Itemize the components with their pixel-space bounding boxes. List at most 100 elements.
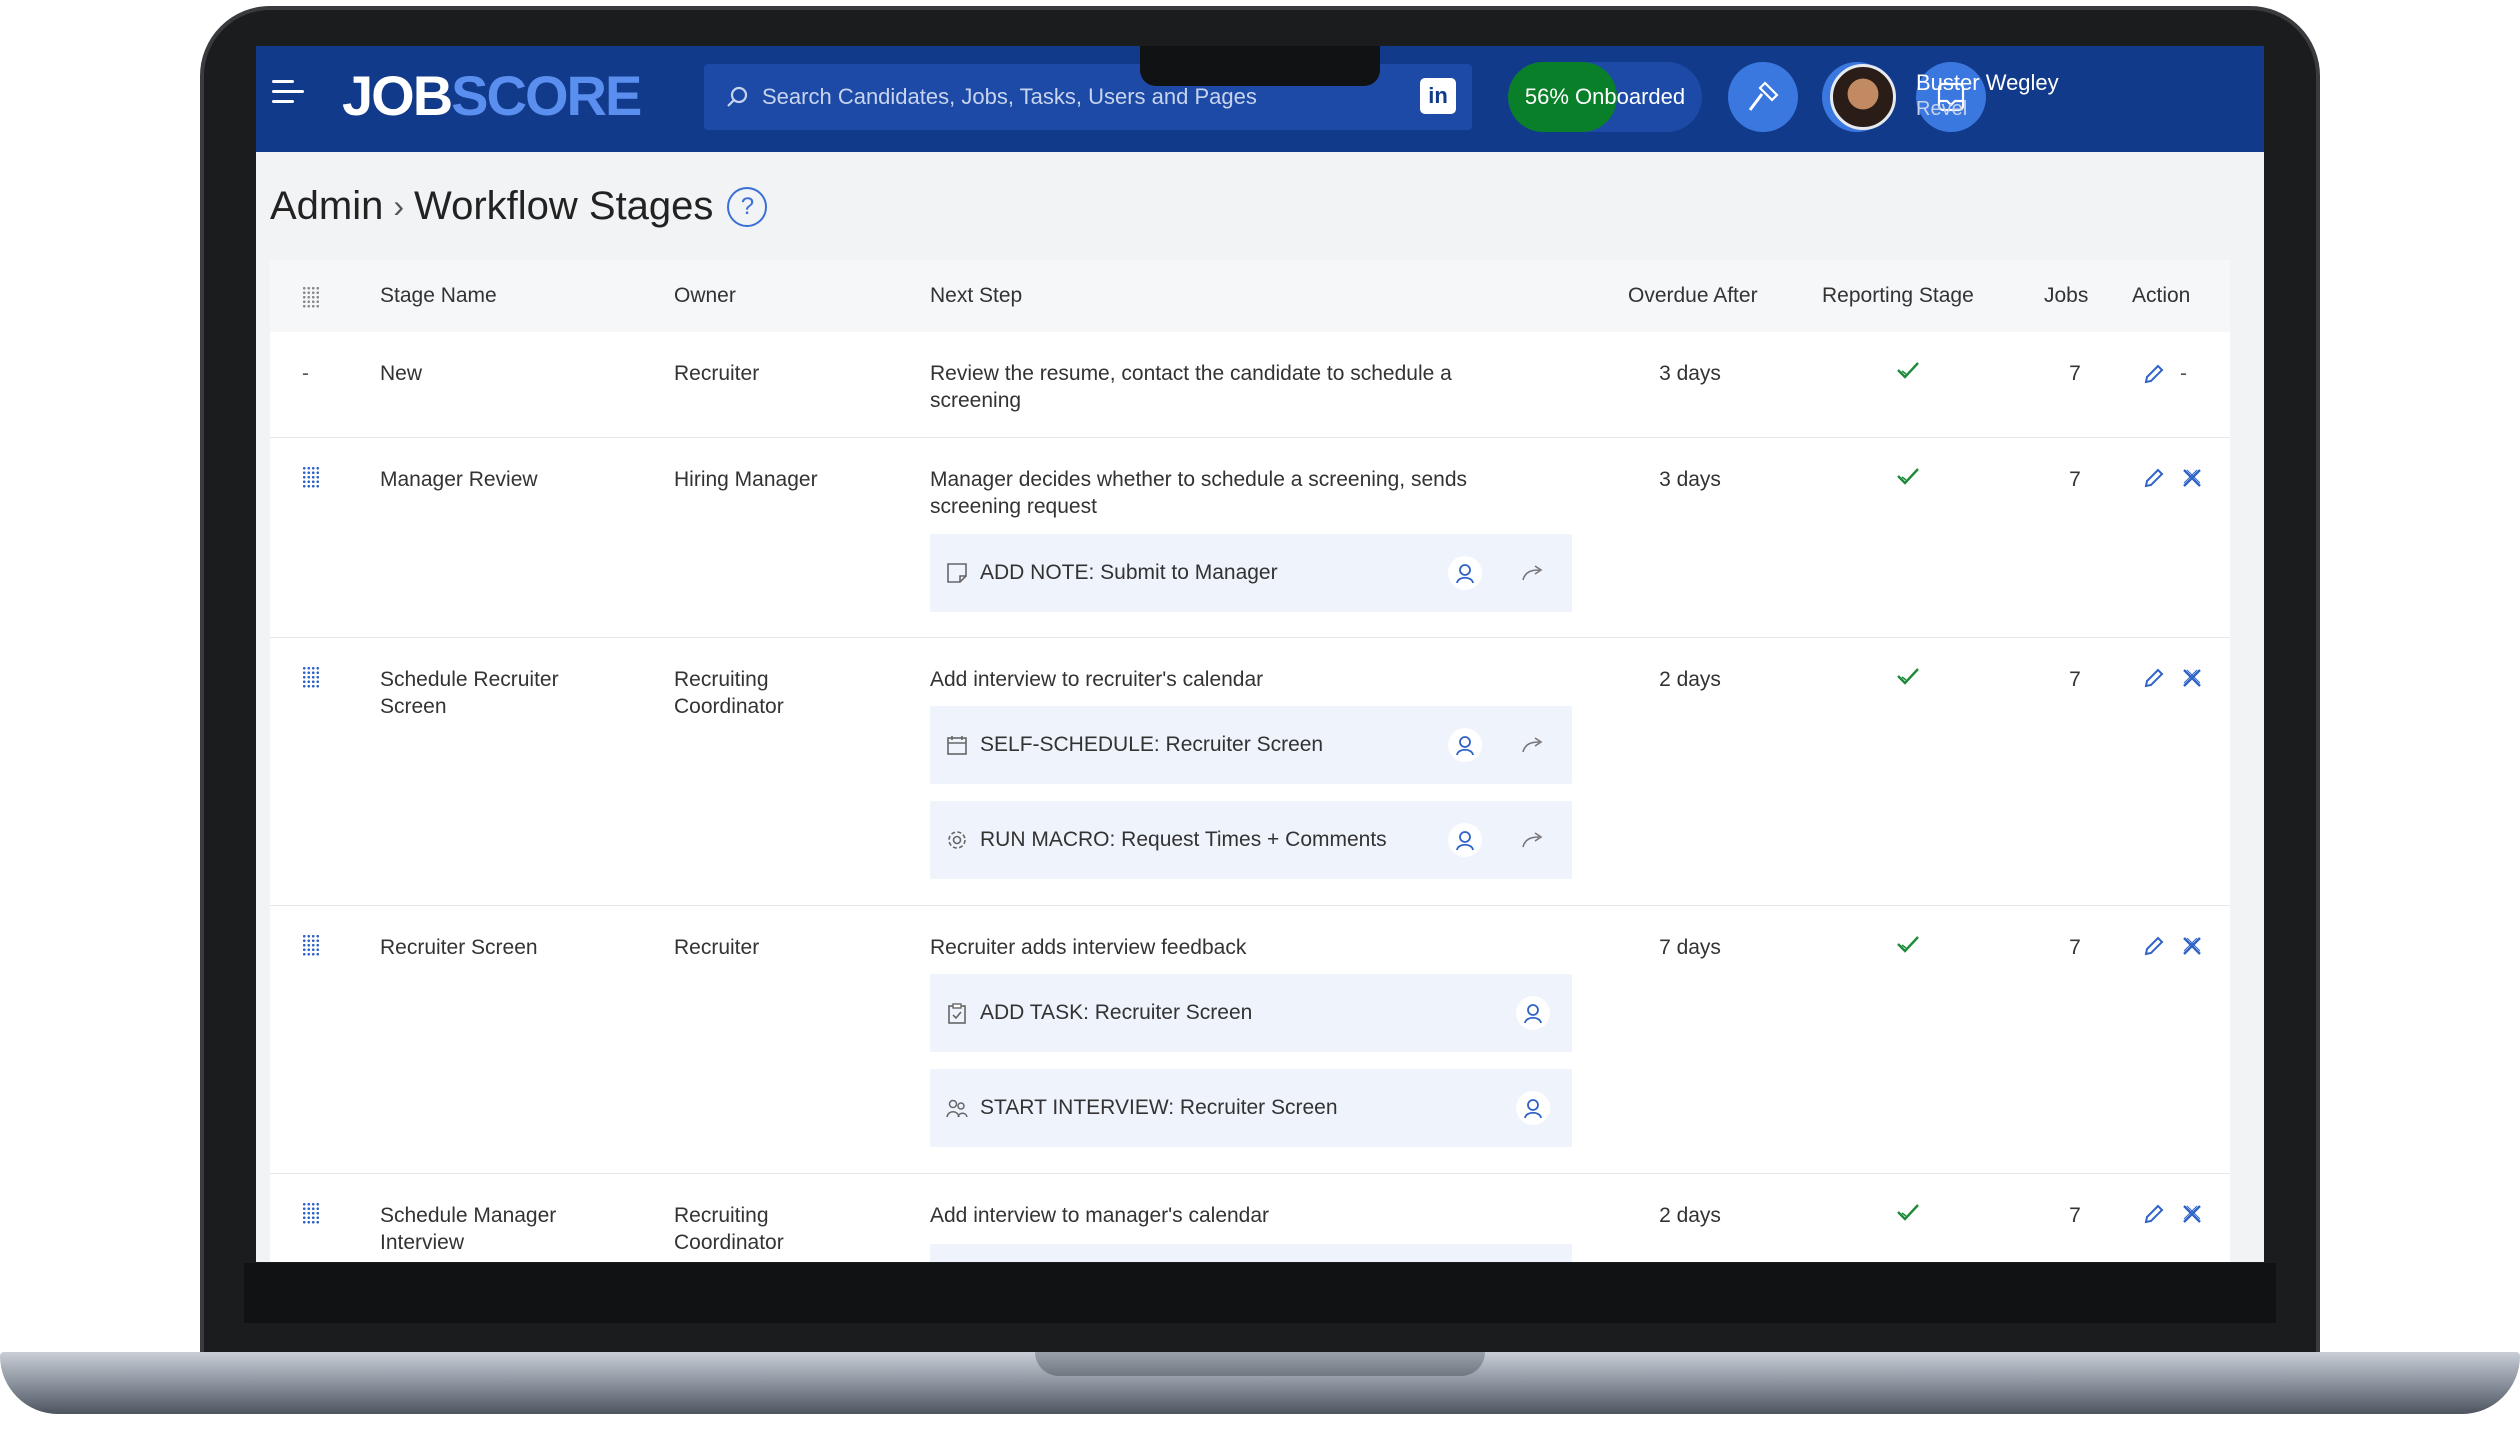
- edit-icon[interactable]: [2142, 362, 2166, 386]
- breadcrumb: Admin › Workflow Stages ?: [270, 184, 768, 229]
- user-org: Revel: [1916, 98, 1968, 120]
- owner-person-icon[interactable]: [1516, 996, 1550, 1030]
- owner-person-icon[interactable]: [1448, 823, 1482, 857]
- onboarding-progress[interactable]: 56% Onboarded: [1508, 62, 1702, 132]
- edit-icon[interactable]: [2142, 934, 2166, 958]
- edit-icon[interactable]: [2142, 466, 2166, 490]
- reporting-check-icon: [1888, 666, 1928, 693]
- stage-name: New: [380, 362, 423, 385]
- stage-overdue: 7 days: [1659, 936, 1721, 959]
- stage-jobs: 7: [2069, 668, 2081, 691]
- drag-handle-icon[interactable]: [302, 466, 320, 495]
- stage-name: Recruiter Screen: [380, 936, 538, 959]
- drag-handle-icon: [302, 286, 320, 308]
- table-row: Recruiter Screen Recruiter Recruiter add…: [270, 906, 2230, 1174]
- linkedin-label: in: [1428, 83, 1448, 108]
- delete-icon[interactable]: [2180, 1202, 2204, 1226]
- avatar[interactable]: [1830, 64, 1896, 130]
- onboarding-label: 56% Onboarded: [1524, 84, 1686, 109]
- owner-person-icon[interactable]: [1448, 728, 1482, 762]
- table-header: Stage Name Owner Next Step Overdue After…: [270, 260, 2230, 332]
- table-row: - New Recruiter Review the resume, conta…: [270, 332, 2230, 438]
- next-step-action-label: ADD NOTE: Submit to Manager: [980, 561, 1278, 584]
- delete-icon[interactable]: [2180, 666, 2204, 690]
- hammer-icon: [1748, 81, 1779, 111]
- row-actions: [2142, 1202, 2222, 1226]
- logo-part-job: JOB: [342, 64, 453, 127]
- delete-icon[interactable]: [2180, 466, 2204, 490]
- share-arrow-icon[interactable]: [1516, 728, 1550, 762]
- stage-jobs: 7: [2069, 468, 2081, 491]
- page-title: Workflow Stages: [414, 184, 714, 228]
- share-arrow-icon[interactable]: [1516, 823, 1550, 857]
- user-name[interactable]: Buster Wegley: [1916, 70, 2059, 96]
- next-step-action-label: START INTERVIEW: Recruiter Screen: [980, 1096, 1338, 1119]
- stage-owner: Recruiter: [674, 936, 760, 959]
- next-step-action[interactable]: START INTERVIEW: Recruiter Screen: [930, 1069, 1572, 1147]
- owner-person-icon[interactable]: [1448, 556, 1482, 590]
- camera-notch: [1140, 46, 1380, 86]
- calendar-icon: [946, 734, 968, 756]
- clipboard-icon: [946, 1002, 968, 1024]
- note-icon: [946, 562, 968, 584]
- search-icon: [727, 86, 748, 107]
- table-row: Manager Review Hiring Manager Manager de…: [270, 438, 2230, 638]
- workflow-stages-table: Stage Name Owner Next Step Overdue After…: [270, 260, 2230, 1262]
- stage-name: Schedule Manager Interview: [380, 1204, 557, 1254]
- linkedin-icon[interactable]: in: [1420, 78, 1456, 114]
- drag-handle-icon[interactable]: [302, 1202, 320, 1231]
- column-stage-name: Stage Name: [380, 284, 497, 307]
- column-owner: Owner: [674, 284, 736, 307]
- stage-overdue: 2 days: [1659, 668, 1721, 691]
- delete-icon[interactable]: [2180, 934, 2204, 958]
- stage-owner: Recruiting Coordinator: [674, 668, 784, 718]
- table-row: Schedule Manager Interview Recruiting Co…: [270, 1174, 2230, 1262]
- table-row: Schedule Recruiter Screen Recruiting Coo…: [270, 638, 2230, 906]
- next-step-action-label: RUN MACRO: Request Times + Comments: [980, 828, 1387, 851]
- column-reporting-stage: Reporting Stage: [1822, 284, 1974, 307]
- next-step-action[interactable]: ADD NOTE: Submit to Manager: [930, 534, 1572, 612]
- drag-handle-icon[interactable]: [302, 666, 320, 695]
- menu-icon[interactable]: [272, 80, 306, 110]
- stage-owner: Hiring Manager: [674, 468, 818, 491]
- drag-handle-icon[interactable]: [302, 934, 320, 963]
- next-step-action-label: SELF-SCHEDULE: Recruiter Screen: [980, 733, 1324, 756]
- delete-placeholder: -: [2180, 362, 2187, 385]
- next-step-action-label: ADD TASK: Recruiter Screen: [980, 1001, 1253, 1024]
- breadcrumb-separator: ›: [393, 188, 405, 224]
- logo-part-score: SCORE: [451, 64, 642, 127]
- column-action: Action: [2132, 284, 2191, 307]
- next-step-action[interactable]: RUN MACRO: Request Times + Comments: [930, 801, 1572, 879]
- column-jobs: Jobs: [2044, 284, 2089, 307]
- laptop-hinge: [1035, 1352, 1485, 1376]
- reporting-check-icon: [1888, 934, 1928, 961]
- stage-next-step: Add interview to recruiter's calendar: [930, 668, 1264, 691]
- drag-handle-placeholder: -: [302, 362, 309, 385]
- edit-icon[interactable]: [2142, 666, 2166, 690]
- stage-owner: Recruiting Coordinator: [674, 1204, 784, 1254]
- reporting-check-icon: [1888, 360, 1928, 387]
- owner-person-icon[interactable]: [1516, 1091, 1550, 1125]
- next-step-action[interactable]: SELF-SCHEDULE: Recruiter Screen: [930, 706, 1572, 784]
- stage-jobs: 7: [2069, 362, 2081, 385]
- row-actions: [2142, 666, 2222, 690]
- logo[interactable]: JOBSCORE: [342, 64, 642, 128]
- stage-overdue: 3 days: [1659, 468, 1721, 491]
- gear-icon: [946, 829, 968, 851]
- stage-owner: Recruiter: [674, 362, 760, 385]
- next-step-action[interactable]: [930, 1244, 1572, 1262]
- interview-icon: [946, 1097, 968, 1119]
- breadcrumb-admin[interactable]: Admin: [270, 184, 383, 229]
- column-next-step: Next Step: [930, 284, 1023, 307]
- stage-name: Manager Review: [380, 468, 538, 491]
- stage-jobs: 7: [2069, 1204, 2081, 1227]
- help-icon[interactable]: ?: [727, 186, 768, 227]
- next-step-action[interactable]: ADD TASK: Recruiter Screen: [930, 974, 1572, 1052]
- row-actions: [2142, 466, 2222, 490]
- stage-name: Schedule Recruiter Screen: [380, 668, 559, 718]
- tools-button[interactable]: [1728, 62, 1798, 132]
- stage-next-step: Recruiter adds interview feedback: [930, 936, 1247, 959]
- edit-icon[interactable]: [2142, 1202, 2166, 1226]
- share-arrow-icon[interactable]: [1516, 556, 1550, 590]
- column-overdue-after: Overdue After: [1628, 284, 1758, 307]
